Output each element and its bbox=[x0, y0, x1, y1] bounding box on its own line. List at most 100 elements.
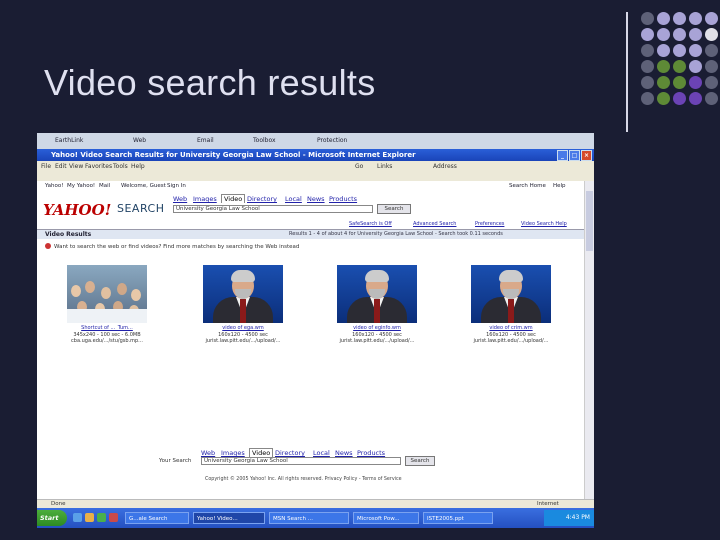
tab-images[interactable]: Images bbox=[193, 195, 217, 203]
video-thumbnail[interactable] bbox=[67, 265, 147, 323]
taskbar-item[interactable]: Microsoft Pow... bbox=[353, 512, 419, 524]
video-url: jurist.law.pitt.edu/.../upload/... bbox=[339, 338, 415, 344]
video-url: cba.uga.edu/.../stu/gsb.mp... bbox=[71, 338, 143, 344]
results-label: Video Results bbox=[45, 231, 92, 238]
menu-help[interactable]: Help bbox=[131, 163, 145, 170]
welcome-text: Welcome, Guest bbox=[121, 183, 166, 189]
tab-news[interactable]: News bbox=[335, 449, 353, 457]
tab-video[interactable]: Video bbox=[249, 448, 274, 457]
video-thumbnail[interactable] bbox=[203, 265, 283, 323]
decorative-dot bbox=[673, 12, 686, 25]
window-titlebar: Yahoo! Video Search Results for Universi… bbox=[37, 149, 594, 161]
tab-web[interactable]: Web bbox=[173, 195, 187, 203]
decorative-dot bbox=[689, 28, 702, 41]
taskbar-item[interactable]: MSN Search ... bbox=[269, 512, 349, 524]
menu-file[interactable]: File bbox=[41, 163, 51, 170]
search-input[interactable]: University Georgia Law School bbox=[173, 205, 373, 213]
folder-icon[interactable] bbox=[85, 513, 94, 522]
go-button[interactable]: Go bbox=[355, 163, 363, 170]
tab-directory[interactable]: Directory bbox=[247, 195, 277, 203]
video-thumbnail[interactable] bbox=[471, 265, 551, 323]
link-yahoo[interactable]: Yahoo! bbox=[45, 183, 63, 189]
speaker-tie bbox=[508, 299, 514, 323]
minimize-icon[interactable]: _ bbox=[557, 150, 568, 161]
video-caption: Shortcut of ..._Tum... 345x240 - 100 sec… bbox=[62, 325, 152, 345]
results-header: Video Results Results 1 - 4 of about 4 f… bbox=[37, 229, 585, 239]
link-help[interactable]: Help bbox=[553, 183, 566, 189]
tab-local[interactable]: Local bbox=[285, 195, 302, 203]
yahoo-logo[interactable]: YAHOO! bbox=[43, 201, 111, 219]
toolbox-button[interactable]: Toolbox bbox=[253, 137, 276, 144]
decorative-dot bbox=[673, 76, 686, 89]
decorative-dot bbox=[641, 44, 654, 57]
speaker-tie bbox=[374, 299, 380, 323]
menu-view[interactable]: View bbox=[69, 163, 83, 170]
link-mail[interactable]: Mail bbox=[99, 183, 110, 189]
taskbar-item[interactable]: G...ale Search bbox=[125, 512, 189, 524]
decorative-dot bbox=[641, 28, 654, 41]
info-icon bbox=[45, 243, 51, 249]
decorative-dot bbox=[673, 92, 686, 105]
status-text: Done bbox=[51, 501, 66, 507]
browser-screenshot: EarthLink Web Email Toolbox Protection Y… bbox=[37, 133, 594, 528]
ie-icon[interactable] bbox=[73, 513, 82, 522]
decorative-dot bbox=[705, 12, 718, 25]
tab-images[interactable]: Images bbox=[221, 449, 245, 457]
bottom-search-input[interactable]: University Georgia Law School bbox=[201, 457, 401, 465]
scrollbar-thumb[interactable] bbox=[586, 191, 593, 251]
window-controls: _ □ × bbox=[556, 150, 592, 161]
email-button[interactable]: Email bbox=[197, 137, 214, 144]
decorative-dot bbox=[657, 12, 670, 25]
web-button[interactable]: Web bbox=[133, 137, 146, 144]
link-my-yahoo[interactable]: My Yahoo! bbox=[67, 183, 95, 189]
link-advanced-search[interactable]: Advanced Search bbox=[413, 221, 456, 227]
app-icon[interactable] bbox=[109, 513, 118, 522]
tab-web[interactable]: Web bbox=[201, 449, 215, 457]
decorative-dot bbox=[657, 60, 670, 73]
links-button[interactable]: Links bbox=[377, 163, 392, 170]
protection-button[interactable]: Protection bbox=[317, 137, 347, 144]
video-url: jurist.law.pitt.edu/.../upload/... bbox=[473, 338, 549, 344]
tab-directory[interactable]: Directory bbox=[275, 449, 305, 457]
search-button[interactable]: Search bbox=[377, 204, 411, 214]
tab-local[interactable]: Local bbox=[313, 449, 330, 457]
link-video-help[interactable]: Video Search Help bbox=[521, 221, 567, 227]
menu-tools[interactable]: Tools bbox=[113, 163, 128, 170]
tab-products[interactable]: Products bbox=[357, 449, 385, 457]
zone-text: Internet bbox=[537, 501, 559, 507]
link-safesearch[interactable]: SafeSearch is Off bbox=[349, 221, 392, 227]
video-thumbnail[interactable] bbox=[337, 265, 417, 323]
windows-taskbar: Start G...ale Search Yahoo! Video... MSN… bbox=[37, 508, 594, 528]
bottom-search-button[interactable]: Search bbox=[405, 456, 435, 466]
decorative-dot bbox=[705, 76, 718, 89]
menu-edit[interactable]: Edit bbox=[55, 163, 67, 170]
decorative-dot bbox=[689, 92, 702, 105]
decorative-dot bbox=[705, 28, 718, 41]
tab-news[interactable]: News bbox=[307, 195, 325, 203]
slide-title: Video search results bbox=[44, 62, 376, 103]
speaker-hair bbox=[499, 270, 523, 282]
search-logo-text: SEARCH bbox=[117, 202, 165, 215]
close-icon[interactable]: × bbox=[581, 150, 592, 161]
video-caption: video of eginfo.wm 160x120 - 4500 sec ju… bbox=[332, 325, 422, 345]
system-tray-clock[interactable]: 4:43 PM bbox=[544, 510, 594, 526]
taskbar-item[interactable]: ISTE2005.ppt bbox=[423, 512, 493, 524]
link-sign-in[interactable]: Sign In bbox=[167, 183, 186, 189]
tab-products[interactable]: Products bbox=[329, 195, 357, 203]
decorative-dot bbox=[705, 60, 718, 73]
decorative-dot bbox=[673, 44, 686, 57]
taskbar-item-active[interactable]: Yahoo! Video... bbox=[193, 512, 265, 524]
maximize-icon[interactable]: □ bbox=[569, 150, 580, 161]
start-button[interactable]: Start bbox=[37, 510, 67, 526]
vertical-scrollbar[interactable] bbox=[584, 181, 594, 499]
speaker-tie bbox=[240, 299, 246, 323]
link-search-home[interactable]: Search Home bbox=[509, 183, 546, 189]
tab-video[interactable]: Video bbox=[221, 194, 246, 203]
menu-favorites[interactable]: Favorites bbox=[85, 163, 112, 170]
also-try-text[interactable]: Want to search the web or find videos? F… bbox=[54, 244, 299, 250]
link-preferences[interactable]: Preferences bbox=[475, 221, 504, 227]
speaker-hair bbox=[231, 270, 255, 282]
desktop-icon[interactable] bbox=[97, 513, 106, 522]
decorative-dot bbox=[657, 28, 670, 41]
earthlink-logo[interactable]: EarthLink bbox=[55, 137, 83, 144]
